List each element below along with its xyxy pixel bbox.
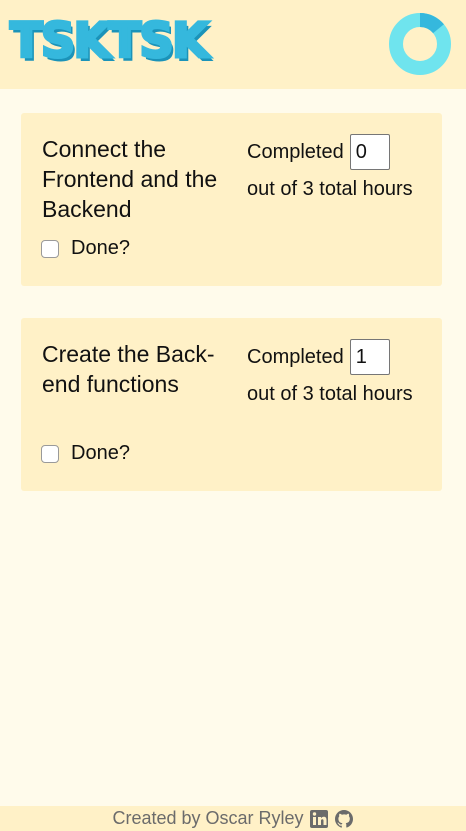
total-hours-label: out of 3 total hours <box>247 178 413 200</box>
completed-label: Completed <box>247 140 344 163</box>
github-icon[interactable] <box>334 809 354 829</box>
completed-label: Completed <box>247 345 344 368</box>
done-checkbox[interactable] <box>41 239 59 258</box>
task-title: Connect the Frontend and the Backend <box>42 136 218 222</box>
task-title: Create the Back-end functions <box>42 341 215 397</box>
done-label[interactable]: Done? <box>71 442 130 465</box>
completed-hours-input[interactable]: 0 <box>349 134 390 170</box>
footer-credit: Created by Oscar Ryley <box>112 808 304 828</box>
done-row[interactable]: Done? <box>41 237 130 260</box>
app-logo[interactable]: TSKTSK <box>8 10 210 72</box>
hours-tracker: Completed 1 out of 3 total hours <box>247 338 437 406</box>
task-card: Connect the Frontend and the Backend Don… <box>21 113 442 286</box>
progress-ring-icon <box>389 13 451 75</box>
app-header: TSKTSK <box>0 0 466 89</box>
done-label[interactable]: Done? <box>71 237 130 260</box>
done-row[interactable]: Done? <box>41 442 130 465</box>
app-footer: Created by Oscar Ryley <box>0 806 466 831</box>
done-checkbox[interactable] <box>41 444 59 463</box>
total-hours-label: out of 3 total hours <box>247 383 413 405</box>
task-card: Create the Back-end functions Done? Comp… <box>21 318 442 491</box>
completed-hours-input[interactable]: 1 <box>349 339 390 375</box>
hours-tracker: Completed 0 out of 3 total hours <box>247 133 437 201</box>
linkedin-icon[interactable] <box>309 809 329 829</box>
